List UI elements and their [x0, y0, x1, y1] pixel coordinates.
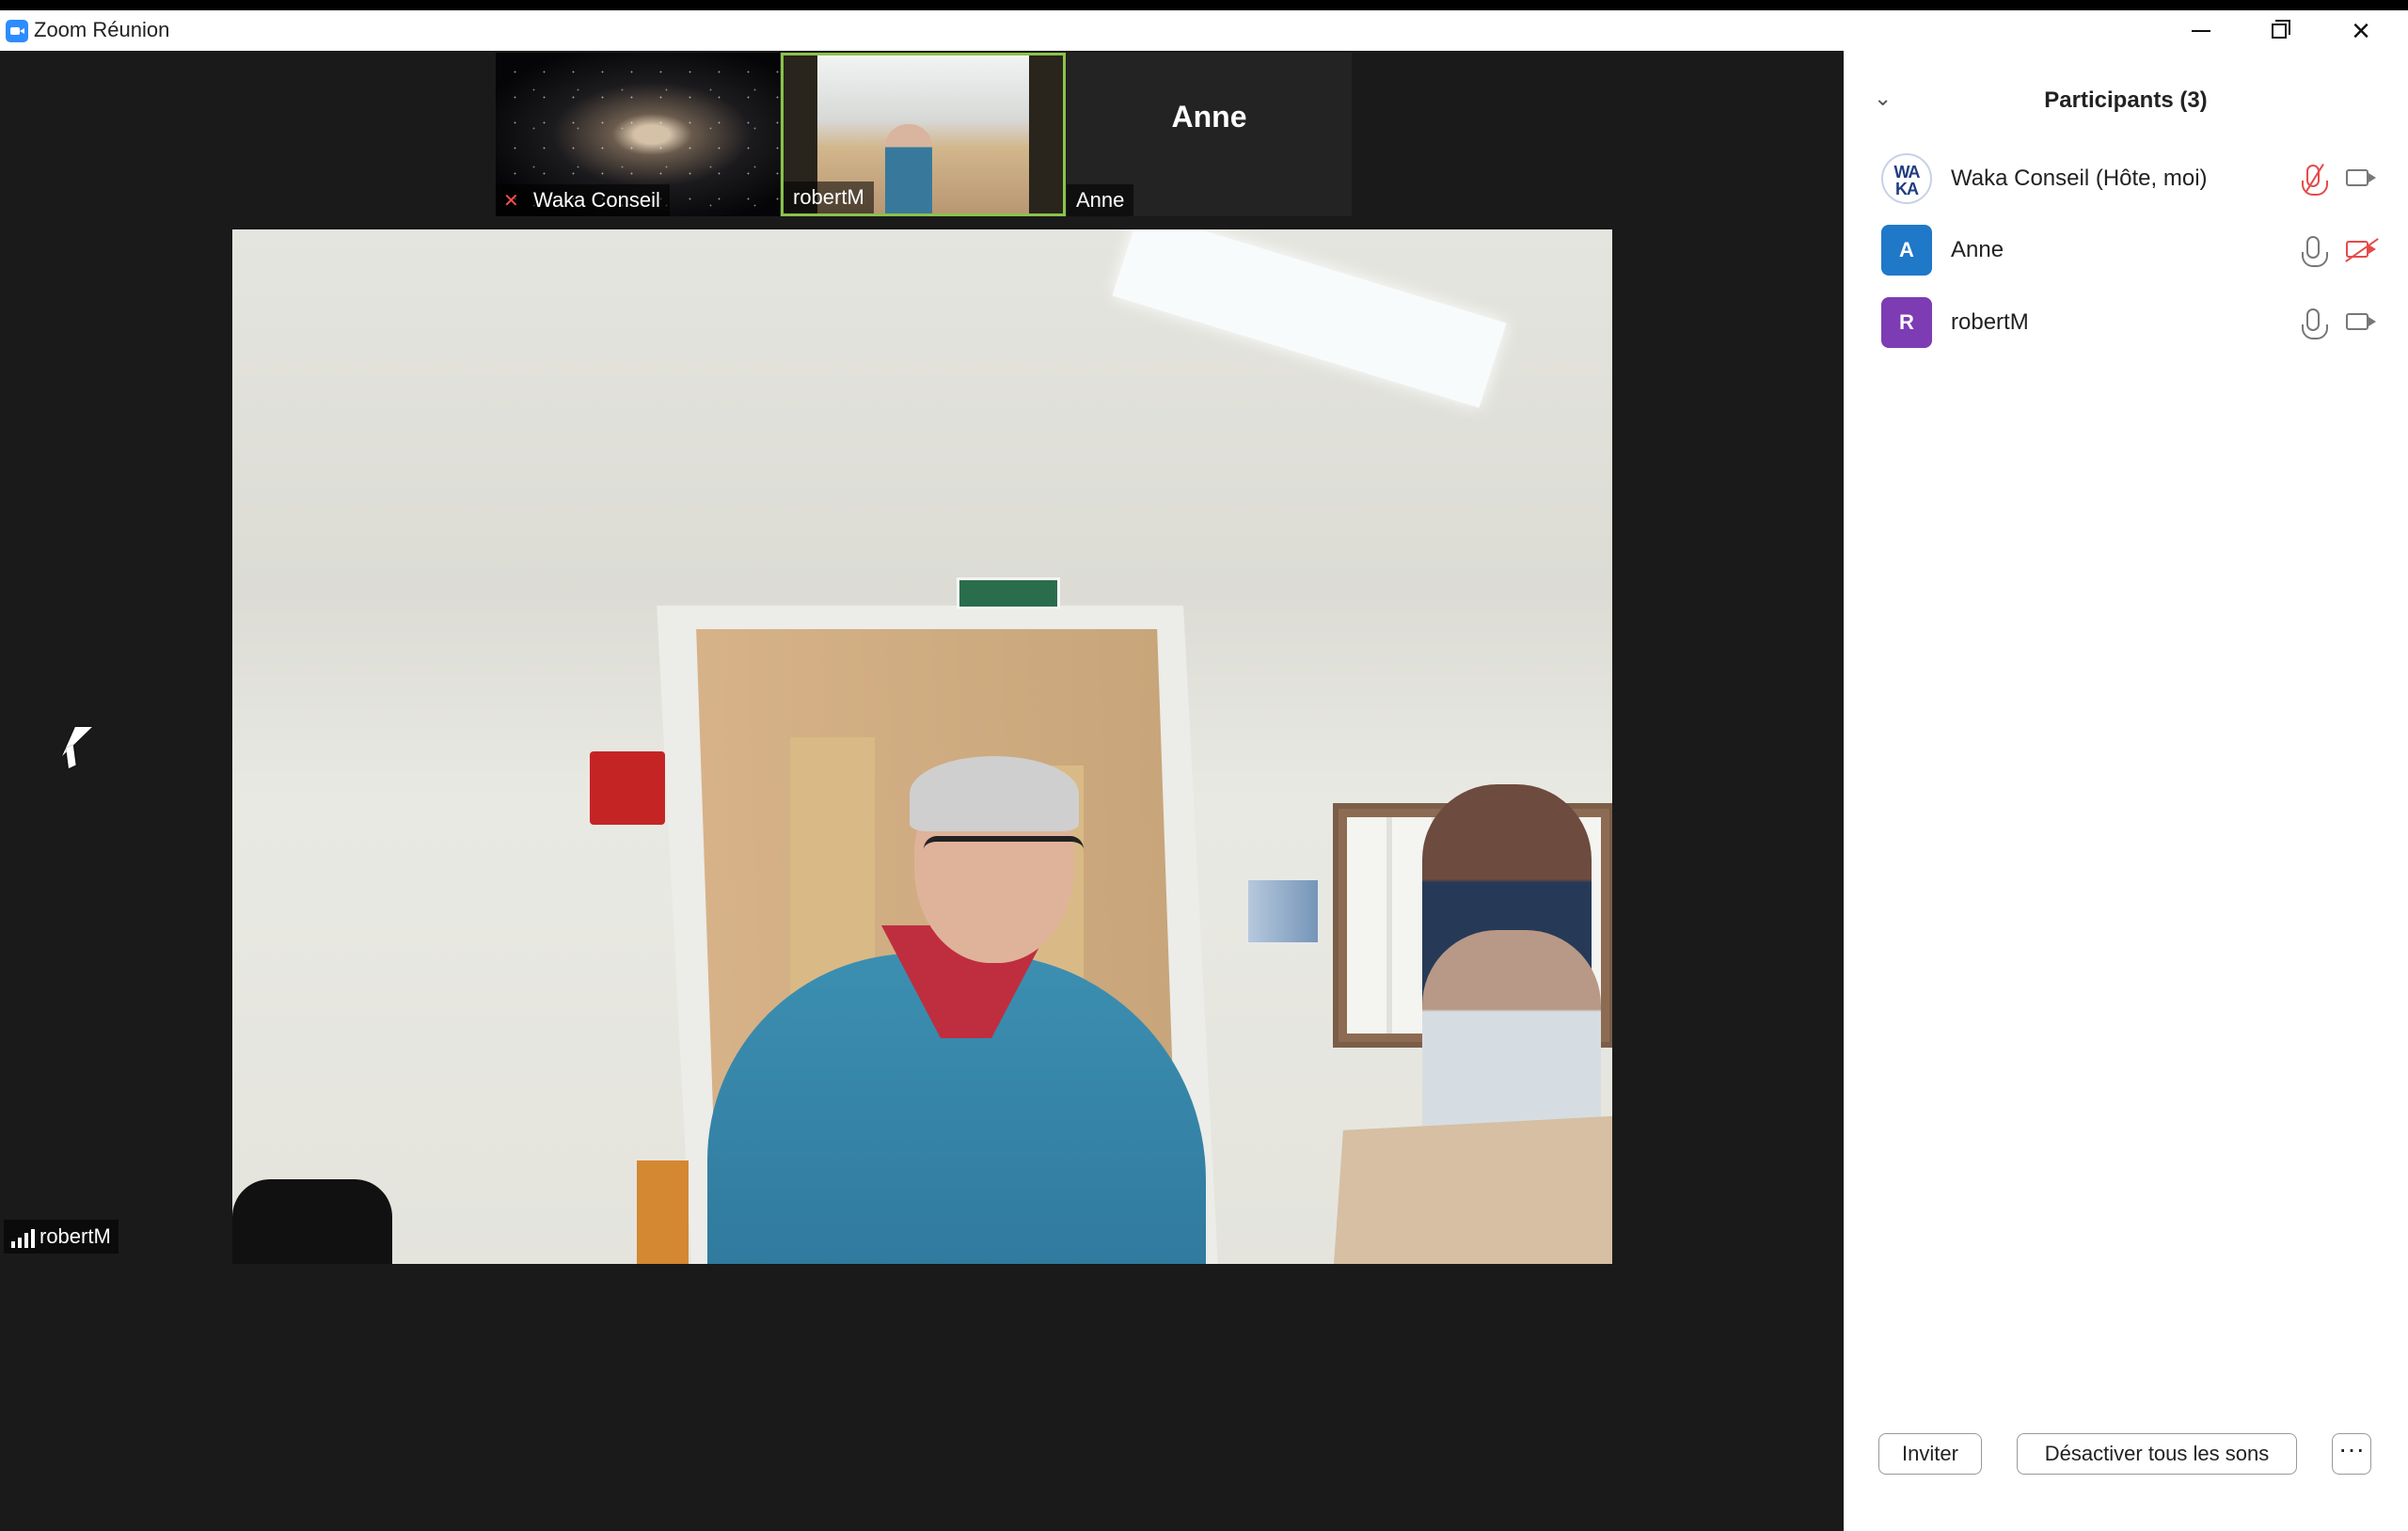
participant-name: Waka Conseil (Hôte, moi) [1951, 166, 2208, 191]
thumbnail-anne[interactable]: Anne Anne [1067, 53, 1352, 216]
glasses-image [924, 836, 1084, 874]
participant-row-robertm[interactable]: R robertM [1881, 295, 2376, 350]
signal-strength-icon [11, 1229, 35, 1248]
participants-panel: ⌄ Participants (3) WA KA Waka Conseil (H… [1844, 51, 2408, 1531]
cardboard-box-image [1332, 1115, 1612, 1264]
restore-button[interactable] [2242, 10, 2317, 51]
camera-icon[interactable] [2346, 313, 2376, 330]
more-options-button[interactable]: ··· [2332, 1433, 2371, 1475]
minimize-icon [2192, 29, 2210, 32]
title-bar: Zoom Réunion × [0, 10, 2408, 51]
mic-muted-icon[interactable] [2302, 165, 2328, 196]
bag-image [232, 1179, 392, 1264]
participant-row-anne[interactable]: A Anne [1881, 223, 2376, 277]
participant-display-name: Anne [1171, 100, 1247, 134]
meeting-stage: ✕ Waka Conseil robertM Anne Anne robertM [0, 51, 1844, 1531]
chair-image [637, 1160, 689, 1264]
restore-icon [2272, 19, 2290, 39]
person-image [885, 124, 932, 213]
participants-title: Participants (3) [2044, 87, 2208, 113]
main-video[interactable] [232, 229, 1612, 1264]
participant-row-waka-conseil[interactable]: WA KA Waka Conseil (Hôte, moi) [1881, 151, 2376, 206]
avatar: R [1881, 297, 1932, 348]
thumbnail-strip: ✕ Waka Conseil robertM Anne Anne [496, 53, 1352, 216]
fire-alarm-image [590, 751, 665, 825]
active-speaker-label: robertM [4, 1220, 119, 1254]
minimize-button[interactable] [2163, 10, 2239, 51]
avatar: A [1881, 225, 1932, 276]
invite-button[interactable]: Inviter [1878, 1433, 1982, 1475]
participant-name: robertM [1951, 309, 2029, 335]
poster-image [1246, 878, 1320, 944]
close-button[interactable]: × [2323, 10, 2399, 51]
thumbnail-name-label: ✕ Waka Conseil [496, 184, 670, 216]
mouse-cursor-icon [62, 727, 92, 756]
camera-off-icon[interactable] [2346, 241, 2376, 258]
window-title: Zoom Réunion [34, 18, 170, 41]
microphone-icon[interactable] [2302, 236, 2328, 267]
thumbnail-name-label: Anne [1067, 184, 1134, 216]
thumbnail-waka-conseil[interactable]: ✕ Waka Conseil [496, 53, 780, 216]
microphone-icon[interactable] [2302, 308, 2328, 339]
close-icon: × [2352, 12, 2370, 49]
camera-icon[interactable] [2346, 169, 2376, 186]
mute-all-button[interactable]: Désactiver tous les sons [2017, 1433, 2297, 1475]
thumbnail-robertm[interactable]: robertM [781, 53, 1066, 216]
zoom-window: Zoom Réunion × ✕ Waka Conseil robertM An… [0, 10, 2408, 1531]
avatar: WA KA [1881, 153, 1932, 204]
main-person-hair-image [910, 756, 1079, 831]
thumbnail-name-label: robertM [784, 182, 874, 213]
mic-muted-icon: ✕ [503, 191, 519, 212]
participant-name: Anne [1951, 237, 2004, 262]
exit-sign-image [957, 577, 1060, 609]
zoom-app-icon [6, 20, 28, 42]
